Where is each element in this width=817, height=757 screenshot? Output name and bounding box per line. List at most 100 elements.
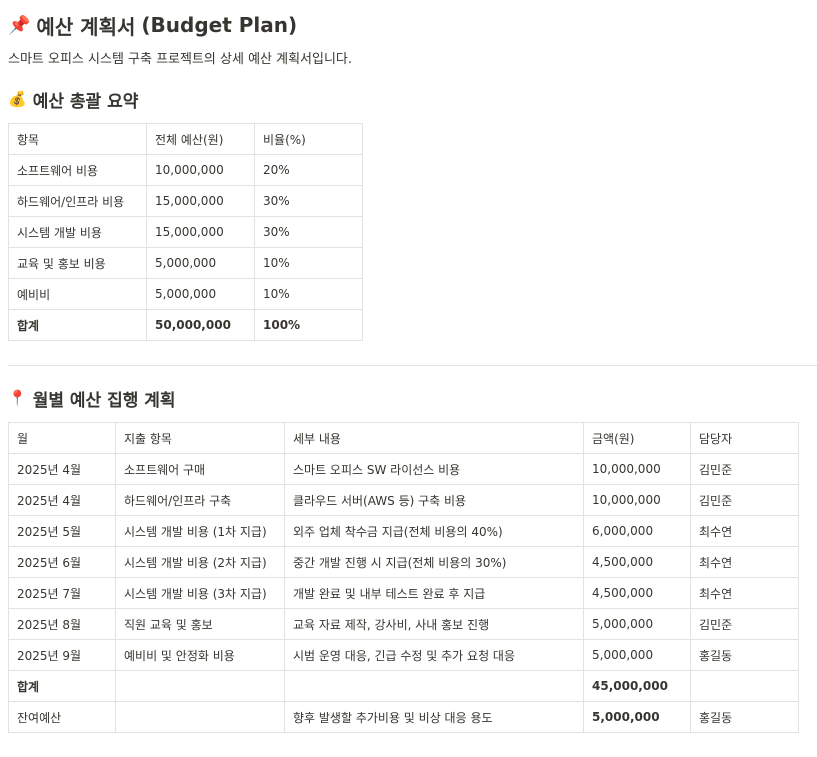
- table-cell: 하드웨어/인프라 비용: [8, 185, 147, 217]
- table-header-cell: 금액(원): [583, 422, 691, 454]
- table-cell: 교육 자료 제작, 강사비, 사내 홍보 진행: [284, 608, 584, 640]
- table-header-cell: 세부 내용: [284, 422, 584, 454]
- table-cell: 15,000,000: [146, 185, 255, 217]
- table-cell: 15,000,000: [146, 216, 255, 248]
- table-cell: 2025년 4월: [8, 484, 116, 516]
- table-cell: 10,000,000: [583, 453, 691, 485]
- table-cell: 하드웨어/인프라 구축: [115, 484, 285, 516]
- table-cell: [115, 701, 285, 733]
- table-header-cell: 전체 예산(원): [146, 123, 255, 155]
- page-title-en: (Budget Plan): [141, 13, 298, 37]
- table-cell: 최수연: [690, 577, 799, 609]
- table-cell: 외주 업체 착수금 지급(전체 비용의 40%): [284, 515, 584, 547]
- table-cell: 최수연: [690, 515, 799, 547]
- table-cell: 45,000,000: [583, 670, 691, 702]
- table-cell: 시스템 개발 비용 (2차 지급): [115, 546, 285, 578]
- table-row: 2025년 8월 직원 교육 및 홍보 교육 자료 제작, 강사비, 사내 홍보…: [8, 608, 799, 640]
- table-cell: 김민준: [690, 608, 799, 640]
- table-row: 2025년 5월 시스템 개발 비용 (1차 지급) 외주 업체 착수금 지급(…: [8, 515, 799, 547]
- summary-heading: 💰 예산 총괄 요약: [8, 85, 817, 113]
- table-cell: 중간 개발 진행 시 지급(전체 비용의 30%): [284, 546, 584, 578]
- table-cell: 2025년 4월: [8, 453, 116, 485]
- table-cell: 50,000,000: [146, 309, 255, 341]
- table-header-cell: 지출 항목: [115, 422, 285, 454]
- table-cell: 향후 발생할 추가비용 및 비상 대응 용도: [284, 701, 584, 733]
- table-cell: 시범 운영 대응, 긴급 수정 및 추가 요청 대응: [284, 639, 584, 671]
- table-cell: 교육 및 홍보 비용: [8, 247, 147, 279]
- table-cell: 4,500,000: [583, 577, 691, 609]
- table-row: 소프트웨어 비용 10,000,000 20%: [8, 154, 363, 186]
- table-header-row: 항목 전체 예산(원) 비율(%): [8, 123, 363, 155]
- table-cell: 클라우드 서버(AWS 등) 구축 비용: [284, 484, 584, 516]
- table-row: 시스템 개발 비용 15,000,000 30%: [8, 216, 363, 248]
- table-cell: 10,000,000: [146, 154, 255, 186]
- table-cell: 2025년 7월: [8, 577, 116, 609]
- table-row: 교육 및 홍보 비용 5,000,000 10%: [8, 247, 363, 279]
- table-row: 하드웨어/인프라 비용 15,000,000 30%: [8, 185, 363, 217]
- table-remainder-row: 잔여예산 향후 발생할 추가비용 및 비상 대응 용도 5,000,000 홍길…: [8, 701, 799, 733]
- table-cell: 소프트웨어 비용: [8, 154, 147, 186]
- table-header-cell: 비율(%): [254, 123, 363, 155]
- table-row: 2025년 4월 하드웨어/인프라 구축 클라우드 서버(AWS 등) 구축 비…: [8, 484, 799, 516]
- table-cell: 10,000,000: [583, 484, 691, 516]
- monthly-table: 월 지출 항목 세부 내용 금액(원) 담당자 2025년 4월 소프트웨어 구…: [8, 422, 799, 733]
- table-cell: 2025년 9월: [8, 639, 116, 671]
- table-cell: 홍길동: [690, 639, 799, 671]
- table-row: 2025년 6월 시스템 개발 비용 (2차 지급) 중간 개발 진행 시 지급…: [8, 546, 799, 578]
- table-cell: 김민준: [690, 484, 799, 516]
- table-cell: 시스템 개발 비용 (1차 지급): [115, 515, 285, 547]
- table-header-cell: 담당자: [690, 422, 799, 454]
- table-row: 예비비 5,000,000 10%: [8, 278, 363, 310]
- table-cell: 10%: [254, 278, 363, 310]
- table-row: 2025년 7월 시스템 개발 비용 (3차 지급) 개발 완료 및 내부 테스…: [8, 577, 799, 609]
- table-header-cell: 항목: [8, 123, 147, 155]
- table-cell: [115, 670, 285, 702]
- table-cell: 예비비: [8, 278, 147, 310]
- table-cell: 10%: [254, 247, 363, 279]
- table-cell: 개발 완료 및 내부 테스트 완료 후 지급: [284, 577, 584, 609]
- table-cell: 소프트웨어 구매: [115, 453, 285, 485]
- page-title: 📌 예산 계획서 (Budget Plan): [8, 10, 817, 40]
- table-cell: 2025년 6월: [8, 546, 116, 578]
- table-cell: 5,000,000: [146, 278, 255, 310]
- monthly-heading-text: 월별 예산 집행 계획: [32, 390, 176, 411]
- page-title-ko: 예산 계획서: [36, 14, 136, 39]
- table-cell: 홍길동: [690, 701, 799, 733]
- money-bag-icon: 💰: [8, 90, 27, 108]
- table-cell: 5,000,000: [583, 639, 691, 671]
- table-row: 2025년 9월 예비비 및 안정화 비용 시범 운영 대응, 긴급 수정 및 …: [8, 639, 799, 671]
- table-cell: 직원 교육 및 홍보: [115, 608, 285, 640]
- divider: [8, 365, 817, 366]
- table-cell: 5,000,000: [146, 247, 255, 279]
- table-header-cell: 월: [8, 422, 116, 454]
- table-cell: 최수연: [690, 546, 799, 578]
- table-total-row: 합계 45,000,000: [8, 670, 799, 702]
- summary-table: 항목 전체 예산(원) 비율(%) 소프트웨어 비용 10,000,000 20…: [8, 123, 363, 341]
- table-cell: 30%: [254, 216, 363, 248]
- table-cell: 스마트 오피스 SW 라이선스 비용: [284, 453, 584, 485]
- table-cell: 5,000,000: [583, 608, 691, 640]
- table-cell: 4,500,000: [583, 546, 691, 578]
- table-cell: 2025년 8월: [8, 608, 116, 640]
- table-cell: 합계: [8, 309, 147, 341]
- monthly-heading: 📍 월별 예산 집행 계획: [8, 384, 817, 412]
- table-cell: 5,000,000: [583, 701, 691, 733]
- round-pushpin-icon: 📍: [8, 389, 27, 407]
- table-cell: [284, 670, 584, 702]
- table-cell: [690, 670, 799, 702]
- table-cell: 시스템 개발 비용 (3차 지급): [115, 577, 285, 609]
- table-cell: 예비비 및 안정화 비용: [115, 639, 285, 671]
- table-cell: 합계: [8, 670, 116, 702]
- pushpin-icon: 📌: [8, 14, 31, 36]
- table-cell: 20%: [254, 154, 363, 186]
- page-description: 스마트 오피스 시스템 구축 프로젝트의 상세 예산 계획서입니다.: [8, 52, 353, 67]
- table-cell: 30%: [254, 185, 363, 217]
- table-cell: 잔여예산: [8, 701, 116, 733]
- table-row: 2025년 4월 소프트웨어 구매 스마트 오피스 SW 라이선스 비용 10,…: [8, 453, 799, 485]
- table-cell: 6,000,000: [583, 515, 691, 547]
- summary-heading-text: 예산 총괄 요약: [32, 91, 139, 112]
- table-header-row: 월 지출 항목 세부 내용 금액(원) 담당자: [8, 422, 799, 454]
- table-cell: 시스템 개발 비용: [8, 216, 147, 248]
- table-total-row: 합계 50,000,000 100%: [8, 309, 363, 341]
- table-cell: 2025년 5월: [8, 515, 116, 547]
